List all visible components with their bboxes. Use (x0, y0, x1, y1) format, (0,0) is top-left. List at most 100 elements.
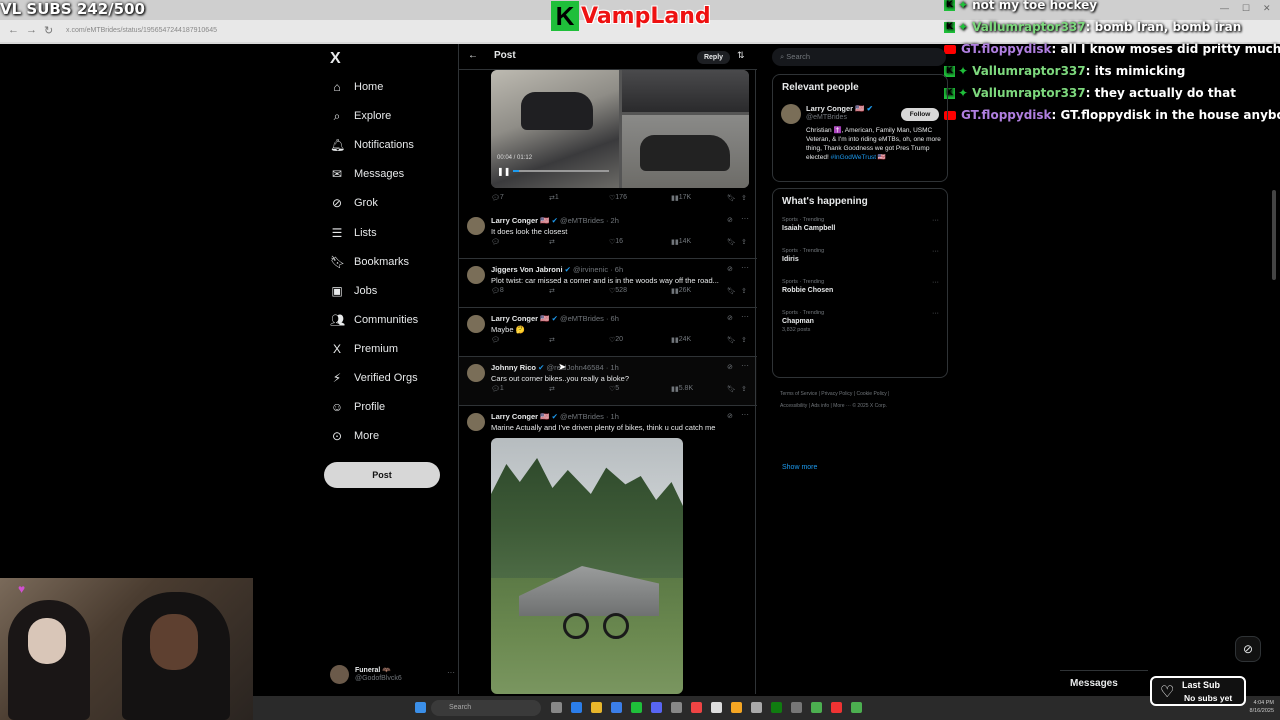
post-media[interactable]: 00:04 / 01:12 ❚❚ (491, 70, 749, 188)
app-icon[interactable] (691, 702, 702, 713)
footer-line[interactable]: Accessibility | Ads info | More ··· © 20… (780, 400, 946, 412)
reply-action[interactable]: 💬︎ 8 (491, 287, 504, 295)
bookmark-icon[interactable]: 🔖︎ (727, 238, 736, 246)
views-action[interactable]: ▮▮ 26K (671, 287, 691, 295)
nav-item-bookmarks[interactable]: 🔖︎ Bookmarks (330, 251, 409, 273)
folder-icon[interactable] (591, 702, 602, 713)
reply-tweet[interactable]: Larry Conger 🇺🇸 ✔ @eMTBrides · 6h Maybe 🤔… (459, 308, 757, 357)
trend-item[interactable]: Sports · Trending Idiris ··· (782, 248, 942, 263)
repost-action[interactable]: ⇄ 1 (549, 194, 559, 202)
grok-icon[interactable]: ⊘ (1235, 636, 1261, 662)
trend-item[interactable]: Sports · Trending Robbie Chosen ··· (782, 279, 942, 294)
nav-item-home[interactable]: ⌂ Home (330, 76, 383, 98)
trend-item[interactable]: Sports · Trending Chapman 3,832 posts ··· (782, 310, 942, 333)
nav-item-grok[interactable]: ⊘ Grok (330, 192, 378, 214)
person-name[interactable]: Larry Conger 🇺🇸 ✔ (806, 104, 873, 113)
reply-tweet[interactable]: Jiggers Von Jabroni ✔ @irvinenic · 6h Plo… (459, 259, 757, 308)
reload-icon[interactable]: ↻ (44, 24, 53, 37)
repost-action[interactable]: ⇄ (549, 287, 555, 295)
avatar[interactable] (467, 364, 485, 382)
avatar[interactable] (467, 266, 485, 284)
app-icon[interactable] (811, 702, 822, 713)
more-horizontal-icon[interactable]: ··· (741, 214, 749, 223)
nav-item-lists[interactable]: ☰ Lists (330, 222, 377, 244)
reply-photo[interactable] (491, 438, 683, 694)
share-icon[interactable]: ⇪ (741, 385, 747, 393)
nav-item-verified-orgs[interactable]: ⚡︎ Verified Orgs (330, 367, 418, 389)
reply-button[interactable]: Reply (697, 51, 730, 64)
back-arrow-icon[interactable]: ← (468, 50, 478, 61)
share-icon[interactable]: ⇪ (741, 287, 747, 295)
video-progress[interactable] (513, 170, 609, 172)
windows-start-icon[interactable] (415, 702, 426, 713)
nav-item-messages[interactable]: ✉ Messages (330, 163, 404, 185)
taskbar-clock[interactable]: 4:04 PM 8/16/2025 (1250, 699, 1274, 715)
avatar[interactable] (467, 413, 485, 431)
more-horizontal-icon[interactable]: ··· (741, 312, 749, 321)
repost-action[interactable]: ⇄ (549, 238, 555, 246)
views-action[interactable]: ▮▮ 24K (671, 336, 691, 344)
author-name[interactable]: Johnny Rico (491, 363, 536, 372)
app-icon[interactable] (671, 702, 682, 713)
share-icon[interactable]: ⇪ (741, 194, 747, 202)
more-horizontal-icon[interactable]: ··· (741, 410, 749, 419)
account-switcher[interactable]: Funeral 🦇 @GodofBlvck6 ··· (330, 662, 455, 686)
more-horizontal-icon[interactable]: ··· (932, 310, 939, 317)
like-action[interactable]: ♡ 20 (609, 336, 623, 344)
address-bar[interactable]: x.com/eMTBrides/status/19565472441879106… (66, 22, 946, 40)
grok-icon[interactable]: ⊘ (727, 216, 733, 224)
nav-item-profile[interactable]: ☺ Profile (330, 396, 385, 418)
discord-icon[interactable] (651, 702, 662, 713)
sliders-icon[interactable]: ⇅ (737, 50, 745, 61)
more-horizontal-icon[interactable]: ··· (932, 217, 939, 224)
xbox-icon[interactable] (771, 702, 782, 713)
nav-item-jobs[interactable]: ▣ Jobs (330, 280, 377, 302)
follow-button[interactable]: Follow (901, 108, 939, 121)
x-logo-icon[interactable]: X (330, 50, 341, 68)
reply-action[interactable]: 💬︎ 1 (491, 385, 504, 393)
more-horizontal-icon[interactable]: ··· (447, 668, 455, 677)
taskbar-search[interactable]: Search (431, 700, 541, 716)
views-action[interactable]: ▮▮ 14K (671, 238, 691, 246)
author-name[interactable]: Larry Conger (491, 412, 538, 421)
store-icon[interactable] (611, 702, 622, 713)
nav-item-explore[interactable]: ⌕ Explore (330, 105, 392, 127)
messages-drawer[interactable]: Messages (1060, 670, 1148, 696)
author-name[interactable]: Larry Conger (491, 216, 538, 225)
nav-item-more[interactable]: ⊙ More (330, 425, 379, 447)
image-thumbnail[interactable] (622, 70, 749, 112)
like-action[interactable]: ♡ 16 (609, 238, 623, 246)
reply-tweet[interactable]: Larry Conger 🇺🇸 ✔ @eMTBrides · 2h It does… (459, 210, 757, 259)
scrollbar[interactable] (1272, 190, 1276, 280)
grok-icon[interactable]: ⊘ (727, 412, 733, 420)
back-arrow-icon[interactable]: ← (8, 24, 19, 36)
share-icon[interactable]: ⇪ (741, 238, 747, 246)
avatar[interactable] (781, 104, 801, 124)
repost-action[interactable]: ⇄ (549, 385, 555, 393)
app-icon[interactable] (711, 702, 722, 713)
task-view-icon[interactable] (551, 702, 562, 713)
share-icon[interactable]: ⇪ (741, 336, 747, 344)
nav-item-communities[interactable]: 👥︎ Communities (330, 309, 418, 331)
grok-icon[interactable]: ⊘ (727, 314, 733, 322)
bookmark-icon[interactable]: 🔖︎ (727, 194, 736, 202)
reply-tweet[interactable]: Johnny Rico ✔ @realJohn46584 · 1h Cars ou… (459, 357, 757, 406)
views-action[interactable]: ▮▮ 5.8K (671, 385, 693, 393)
more-horizontal-icon[interactable]: ··· (741, 361, 749, 370)
footer-line[interactable]: Terms of Service | Privacy Policy | Cook… (780, 388, 946, 400)
app-icon[interactable] (791, 702, 802, 713)
nav-item-premium[interactable]: X Premium (330, 338, 398, 360)
post-button[interactable]: Post (324, 462, 440, 488)
like-action[interactable]: ♡ 528 (609, 287, 627, 295)
search-input[interactable]: ⌕ Search (772, 48, 946, 66)
image-thumbnail[interactable] (622, 115, 749, 188)
bookmark-icon[interactable]: 🔖︎ (727, 287, 736, 295)
more-horizontal-icon[interactable]: ··· (741, 263, 749, 272)
chrome-icon[interactable] (731, 702, 742, 713)
hashtag-link[interactable]: #InGodWeTrust 🇺🇸 (831, 154, 886, 161)
repost-action[interactable]: ⇄ (549, 336, 555, 344)
reply-action[interactable]: 💬︎ 7 (491, 194, 504, 202)
show-more-link[interactable]: Show more (782, 464, 817, 471)
grok-icon[interactable]: ⊘ (727, 265, 733, 273)
like-action[interactable]: ♡ 5 (609, 385, 619, 393)
